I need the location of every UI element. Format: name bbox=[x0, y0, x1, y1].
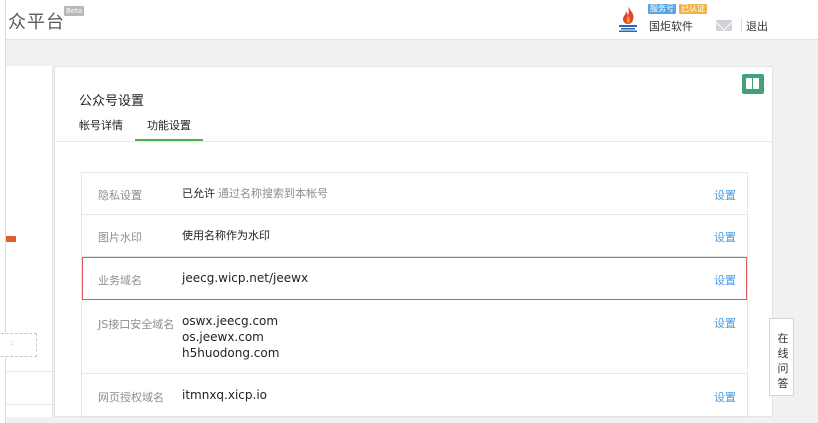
setting-value: jeecg.wicp.net/jeewx bbox=[182, 271, 309, 285]
tab-account-details[interactable]: 帐号详情 bbox=[79, 119, 135, 141]
sidebar-dashed-box[interactable]: : bbox=[0, 333, 37, 357]
account-tags: 服务号 已认证 bbox=[648, 4, 707, 14]
settings-table: 隐私设置 已允许 通过名称搜索到本帐号 设置 图片水印 使用名称作为水印 设置 业… bbox=[81, 172, 748, 418]
service-account-badge: 服务号 bbox=[648, 4, 676, 14]
js-domain-2: os.jeewx.com bbox=[182, 330, 264, 344]
set-watermark-link[interactable]: 设置 bbox=[714, 229, 736, 245]
sidebar-divider bbox=[6, 404, 53, 405]
setting-label: 业务域名 bbox=[98, 274, 142, 287]
help-char: 在 bbox=[777, 332, 789, 345]
setting-label: 网页授权域名 bbox=[98, 391, 164, 404]
set-js-domain-link[interactable]: 设置 bbox=[714, 315, 736, 331]
privacy-note: 通过名称搜索到本帐号 bbox=[218, 187, 328, 200]
brand-title: 众平台 bbox=[8, 12, 65, 33]
app-frame: 众平台 Beta 服务号 已认证 国炬软件 退出 : 公众号设置 帐号详情 功能… bbox=[0, 0, 818, 423]
setting-value: 使用名称作为水印 bbox=[182, 229, 270, 242]
help-char: 线 bbox=[777, 347, 789, 360]
sidebar: : bbox=[0, 66, 53, 417]
js-domain-1: oswx.jeecg.com bbox=[182, 314, 279, 328]
setting-value: 已允许 通过名称搜索到本帐号 bbox=[182, 186, 328, 202]
setting-label: 图片水印 bbox=[98, 231, 142, 244]
page-title: 公众号设置 bbox=[79, 94, 145, 109]
account-logo-icon[interactable] bbox=[616, 4, 640, 34]
book-icon[interactable] bbox=[742, 74, 764, 94]
mail-icon[interactable] bbox=[716, 20, 732, 31]
top-header: 众平台 Beta 服务号 已认证 国炬软件 退出 bbox=[6, 0, 818, 40]
setting-row-privacy: 隐私设置 已允许 通过名称搜索到本帐号 设置 bbox=[82, 173, 747, 215]
help-char: 问 bbox=[777, 362, 789, 375]
online-qa-button[interactable]: 在 线 问 答 bbox=[769, 318, 794, 396]
header-divider bbox=[741, 18, 742, 32]
beta-badge: Beta bbox=[64, 6, 85, 16]
main-panel: 公众号设置 帐号详情 功能设置 隐私设置 已允许 通过名称搜索到本帐号 设置 图片… bbox=[54, 66, 773, 418]
tab-bar: 帐号详情 功能设置 bbox=[79, 119, 203, 141]
account-name[interactable]: 国炬软件 bbox=[649, 18, 693, 34]
set-business-domain-link[interactable]: 设置 bbox=[714, 272, 736, 288]
setting-row-watermark: 图片水印 使用名称作为水印 设置 bbox=[82, 215, 747, 257]
setting-label: 隐私设置 bbox=[98, 189, 142, 202]
js-domain-3: h5huodong.com bbox=[182, 346, 280, 360]
privacy-status: 已允许 bbox=[182, 187, 215, 200]
sidebar-divider bbox=[6, 371, 53, 372]
setting-label: JS接口安全域名 bbox=[98, 318, 175, 331]
set-privacy-link[interactable]: 设置 bbox=[714, 187, 736, 203]
sidebar-new-badge bbox=[6, 236, 16, 242]
setting-value: itmnxq.xicp.io bbox=[182, 388, 268, 402]
tabs-divider bbox=[55, 141, 772, 142]
sidebar-dashed-mark: : bbox=[11, 339, 14, 347]
setting-row-oauth-domain: 网页授权域名 itmnxq.xicp.io 设置 bbox=[82, 374, 747, 418]
setting-row-business-domain: 业务域名 jeecg.wicp.net/jeewx 设置 bbox=[82, 257, 747, 300]
help-char: 答 bbox=[777, 377, 789, 390]
verified-badge: 已认证 bbox=[679, 4, 707, 14]
set-oauth-domain-link[interactable]: 设置 bbox=[714, 389, 736, 405]
logout-link[interactable]: 退出 bbox=[746, 18, 768, 34]
setting-value-list: oswx.jeecg.com os.jeewx.com h5huodong.co… bbox=[182, 313, 279, 361]
setting-row-js-domain: JS接口安全域名 oswx.jeecg.com os.jeewx.com h5h… bbox=[82, 300, 747, 374]
tab-function-settings[interactable]: 功能设置 bbox=[135, 119, 203, 141]
